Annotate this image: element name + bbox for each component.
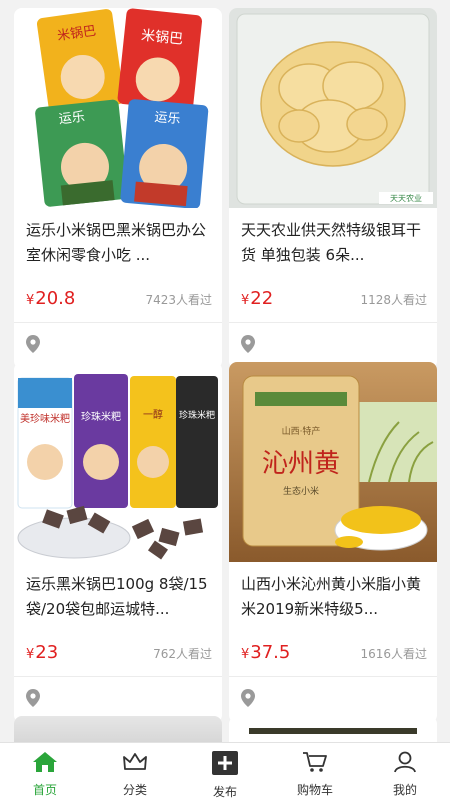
brand-label: 运乐	[58, 110, 85, 128]
price-value: 20.8	[35, 288, 76, 309]
tab-label: 首页	[32, 783, 57, 797]
home-icon	[32, 751, 58, 777]
price: ¥20.8	[26, 288, 75, 309]
tab-home[interactable]: 首页	[0, 743, 90, 800]
currency-symbol: ¥	[241, 293, 250, 308]
price: ¥23	[26, 642, 58, 663]
price: ¥37.5	[241, 642, 290, 663]
product-image[interactable]: 天天农业	[229, 8, 437, 208]
tab-publish[interactable]: 发布	[180, 743, 270, 800]
package-label: 沁州黄	[262, 449, 340, 479]
location-pin-icon[interactable]	[26, 689, 40, 711]
package-label: 珍珠米粑	[179, 409, 215, 421]
product-card[interactable]: 山西·特产 沁州黄 生态小米 山西小米沁州黄小米脂小黄米2019新米特级5...…	[229, 362, 437, 723]
view-count: 7423人看过	[145, 293, 212, 307]
price: ¥22	[241, 288, 273, 309]
crown-icon	[122, 751, 148, 777]
package-label: 天天农业	[390, 193, 422, 203]
tab-category[interactable]: 分类	[90, 743, 180, 800]
tab-cart[interactable]: 购物车	[270, 743, 360, 800]
product-card[interactable]	[229, 716, 437, 742]
view-count: 1128人看过	[360, 293, 427, 307]
bottom-tab-bar: 首页 分类 发布 购物车 我的	[0, 742, 450, 800]
product-image[interactable]	[14, 716, 222, 742]
location-pin-icon[interactable]	[241, 689, 255, 711]
product-title[interactable]: 运乐小米锅巴黑米锅巴办公室休闲零食小吃 ...	[14, 208, 222, 278]
view-count: 762人看过	[153, 647, 212, 661]
tab-mine[interactable]: 我的	[360, 743, 450, 800]
product-grid: 米锅巴 米锅巴 运乐 运乐 运乐小米锅巴黑米锅巴办公室休闲零食小吃 ... ¥2…	[0, 0, 450, 742]
product-image[interactable]: 山西·特产 沁州黄 生态小米	[229, 362, 437, 562]
location-pin-icon[interactable]	[26, 335, 40, 357]
product-image[interactable]: 美珍味米粑 珍珠米粑 一醇 珍珠米粑	[14, 362, 222, 562]
product-card[interactable]	[14, 716, 222, 742]
plus-icon	[212, 751, 238, 779]
package-label: 生态小米	[283, 485, 319, 497]
package-label: 一醇	[143, 408, 163, 421]
currency-symbol: ¥	[26, 293, 35, 308]
currency-symbol: ¥	[26, 647, 35, 662]
package-label: 美珍味米粑	[20, 412, 70, 425]
package-label: 山西·特产	[282, 425, 321, 437]
product-image[interactable]: 米锅巴 米锅巴 运乐 运乐	[14, 8, 222, 208]
tab-label: 购物车	[296, 783, 333, 797]
product-card[interactable]: 米锅巴 米锅巴 运乐 运乐 运乐小米锅巴黑米锅巴办公室休闲零食小吃 ... ¥2…	[14, 8, 222, 369]
product-title[interactable]: 天天农业供天然特级银耳干货 单独包装 6朵...	[229, 208, 437, 278]
tab-label: 我的	[392, 783, 417, 797]
tab-label: 分类	[122, 783, 147, 797]
user-icon	[392, 751, 418, 777]
price-value: 23	[35, 642, 59, 663]
price-value: 37.5	[250, 642, 291, 663]
product-card[interactable]: 美珍味米粑 珍珠米粑 一醇 珍珠米粑 运乐黑米锅巴100g 8袋/15袋/20袋…	[14, 362, 222, 723]
currency-symbol: ¥	[241, 647, 250, 662]
view-count: 1616人看过	[360, 647, 427, 661]
product-title[interactable]: 山西小米沁州黄小米脂小黄米2019新米特级5...	[229, 562, 437, 632]
price-value: 22	[250, 288, 274, 309]
brand-label: 运乐	[154, 110, 181, 127]
cart-icon	[302, 751, 328, 777]
tab-label: 发布	[212, 785, 237, 799]
product-title[interactable]: 运乐黑米锅巴100g 8袋/15袋/20袋包邮运城特...	[14, 562, 222, 632]
product-image[interactable]	[229, 728, 437, 742]
package-label: 珍珠米粑	[81, 410, 121, 423]
location-pin-icon[interactable]	[241, 335, 255, 357]
product-card[interactable]: 天天农业 天天农业供天然特级银耳干货 单独包装 6朵... ¥22 1128人看…	[229, 8, 437, 369]
